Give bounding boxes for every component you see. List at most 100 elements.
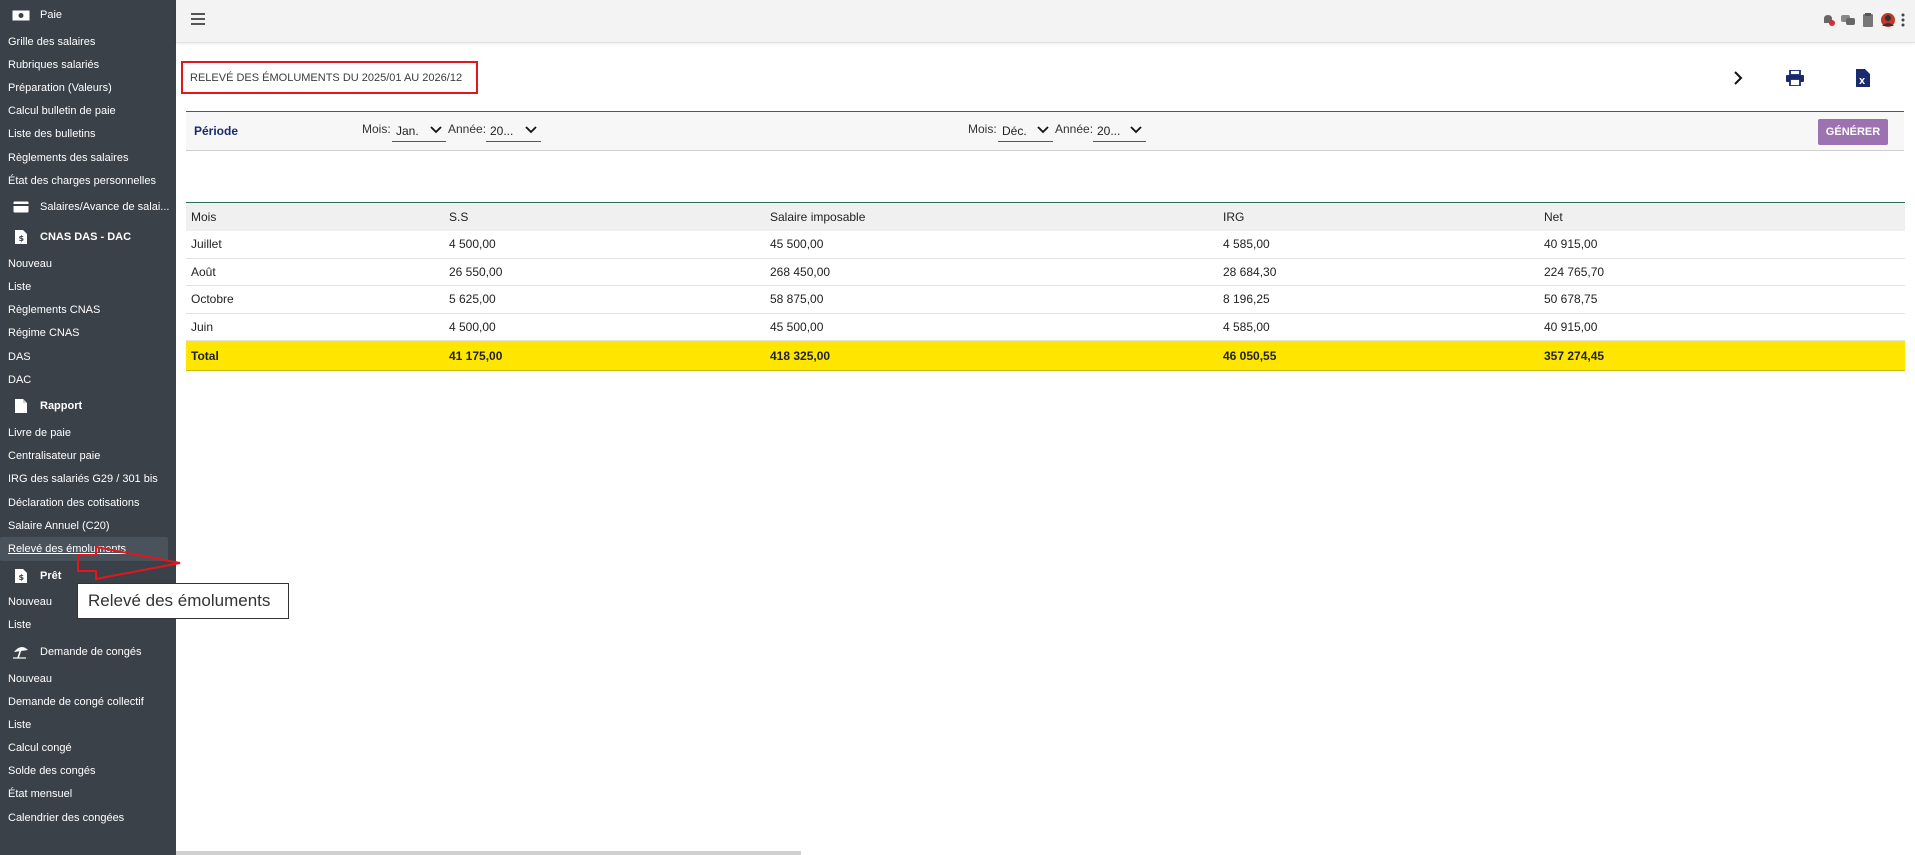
cell-salaire-imposable: 58 875,00 (765, 285, 1218, 314)
from-year-value: 20... (490, 124, 514, 138)
sidebar-item-grille-salaires[interactable]: Grille des salaires (0, 30, 176, 53)
money-icon (12, 8, 30, 22)
sidebar-item-conge-liste[interactable]: Liste (0, 713, 176, 736)
cell-mois: Juin (186, 313, 444, 341)
tooltip: Relevé des émoluments (77, 583, 289, 619)
sidebar-item-etat-mensuel[interactable]: État mensuel (0, 783, 176, 806)
sidebar-item-preparation-valeurs[interactable]: Préparation (Valeurs) (0, 76, 176, 99)
page-title: RELEVÉ DES ÉMOLUMENTS DU 2025/01 AU 2026… (181, 61, 479, 94)
sidebar-item-irg-salaries[interactable]: IRG des salariés G29 / 301 bis (0, 468, 176, 491)
svg-text:$: $ (19, 234, 25, 243)
card-icon (12, 200, 30, 214)
period-label: Période (194, 124, 239, 138)
total-ss: 41 175,00 (444, 340, 765, 371)
column-header-mois[interactable]: Mois (186, 203, 444, 231)
clipboard-icon[interactable] (1861, 13, 1875, 27)
to-year-select[interactable]: 20... (1093, 121, 1146, 142)
top-icons (1821, 13, 1905, 27)
table-row: Juillet 4 500,00 45 500,00 4 585,00 40 9… (186, 230, 1905, 259)
section-salaires-avance[interactable]: Salaires/Avance de salai... (0, 192, 176, 222)
cell-salaire-imposable: 45 500,00 (765, 230, 1218, 259)
excel-export-icon[interactable]: X (1853, 68, 1873, 88)
chevron-down-icon (430, 126, 442, 134)
sidebar-item-regime-cnas[interactable]: Régime CNAS (0, 322, 176, 345)
sidebar-item-rubriques-salaries[interactable]: Rubriques salariés (0, 53, 176, 76)
chevron-down-icon (1130, 126, 1142, 134)
sidebar-item-salaire-annuel[interactable]: Salaire Annuel (C20) (0, 514, 176, 537)
cell-net: 40 915,00 (1539, 230, 1905, 259)
more-vertical-icon[interactable] (1901, 13, 1905, 27)
section-cnas[interactable]: $ CNAS DAS - DAC (0, 222, 176, 252)
to-year-label: Année: (1055, 122, 1094, 136)
column-header-ss[interactable]: S.S (444, 203, 765, 231)
sidebar-item-reglements-salaires[interactable]: Règlements des salaires (0, 146, 176, 169)
section-paie[interactable]: Paie (0, 0, 176, 30)
generate-button[interactable]: GÉNÉRER (1818, 119, 1888, 145)
section-cnas-label: CNAS DAS - DAC (40, 231, 132, 244)
cell-net: 40 915,00 (1539, 313, 1905, 341)
from-year-label: Année: (448, 122, 487, 136)
section-rapport[interactable]: Rapport (0, 391, 176, 421)
cell-irg: 4 585,00 (1218, 230, 1539, 259)
section-conges-label: Demande de congés (40, 645, 142, 658)
sidebar-item-calendrier-conges[interactable]: Calendrier des congées (0, 806, 176, 829)
total-net: 357 274,45 (1539, 340, 1905, 371)
cell-ss: 5 625,00 (444, 285, 765, 314)
sidebar-item-liste-bulletins[interactable]: Liste des bulletins (0, 123, 176, 146)
sidebar-item-calcul-conge[interactable]: Calcul congé (0, 737, 176, 760)
section-conges[interactable]: Demande de congés (0, 637, 176, 667)
chevron-down-icon (525, 126, 537, 134)
sidebar-item-conge-nouveau[interactable]: Nouveau (0, 667, 176, 690)
total-irg: 46 050,55 (1218, 340, 1539, 371)
sidebar-item-dac[interactable]: DAC (0, 368, 176, 391)
cell-salaire-imposable: 268 450,00 (765, 258, 1218, 286)
sidebar-item-calcul-bulletin[interactable]: Calcul bulletin de paie (0, 100, 176, 123)
sidebar-item-das[interactable]: DAS (0, 345, 176, 368)
hamburger-menu-icon[interactable] (191, 13, 205, 25)
to-month-select[interactable]: Déc. (998, 121, 1053, 142)
section-rapport-label: Rapport (40, 400, 83, 413)
annotation-arrow (77, 545, 181, 581)
cell-mois: Juillet (186, 230, 444, 259)
section-salaires-avance-label: Salaires/Avance de salai... (40, 201, 170, 214)
to-month-label: Mois: (968, 122, 997, 136)
cell-mois: Octobre (186, 285, 444, 314)
sidebar-item-livre-paie[interactable]: Livre de paie (0, 421, 176, 444)
sidebar-item-cnas-nouveau[interactable]: Nouveau (0, 252, 176, 275)
total-salaire-imposable: 418 325,00 (765, 340, 1218, 371)
from-month-label: Mois: (362, 122, 391, 136)
cell-salaire-imposable: 45 500,00 (765, 313, 1218, 341)
horizontal-scrollbar[interactable] (176, 851, 801, 855)
notification-bell-icon[interactable] (1821, 13, 1835, 27)
sidebar-item-cnas-liste[interactable]: Liste (0, 276, 176, 299)
emoluments-table: Mois S.S Salaire imposable IRG Net Juill… (186, 202, 1905, 371)
from-month-value: Jan. (396, 124, 419, 138)
from-year-select[interactable]: 20... (486, 121, 541, 142)
column-header-salaire-imposable[interactable]: Salaire imposable (765, 203, 1218, 231)
sidebar-item-conge-collectif[interactable]: Demande de congé collectif (0, 690, 176, 713)
cell-ss: 4 500,00 (444, 313, 765, 341)
user-avatar-icon[interactable] (1881, 13, 1895, 27)
from-month-select[interactable]: Jan. (392, 121, 446, 142)
sidebar-item-centralisateur-paie[interactable]: Centralisateur paie (0, 445, 176, 468)
chevron-right-icon[interactable] (1728, 68, 1748, 88)
sidebar-item-etat-charges[interactable]: État des charges personnelles (0, 169, 176, 192)
svg-text:X: X (1859, 77, 1866, 86)
sidebar-item-reglements-cnas[interactable]: Règlements CNAS (0, 299, 176, 322)
column-header-irg[interactable]: IRG (1218, 203, 1539, 231)
sidebar-item-declaration-cotisations[interactable]: Déclaration des cotisations (0, 491, 176, 514)
cell-irg: 4 585,00 (1218, 313, 1539, 341)
main-content: RELEVÉ DES ÉMOLUMENTS DU 2025/01 AU 2026… (176, 44, 1915, 855)
cell-irg: 8 196,25 (1218, 285, 1539, 314)
svg-text:$: $ (19, 573, 25, 582)
sidebar-item-solde-conges[interactable]: Solde des congés (0, 760, 176, 783)
total-row: Total 41 175,00 418 325,00 46 050,55 357… (186, 340, 1905, 371)
print-icon[interactable] (1785, 68, 1805, 88)
chat-icon[interactable] (1841, 13, 1855, 27)
sidebar: Paie Grille des salaires Rubriques salar… (0, 0, 176, 855)
table-row: Août 26 550,00 268 450,00 28 684,30 224 … (186, 258, 1905, 286)
document-dollar-icon: $ (12, 568, 30, 583)
chevron-down-icon (1037, 126, 1049, 134)
cell-irg: 28 684,30 (1218, 258, 1539, 286)
column-header-net[interactable]: Net (1539, 203, 1905, 231)
